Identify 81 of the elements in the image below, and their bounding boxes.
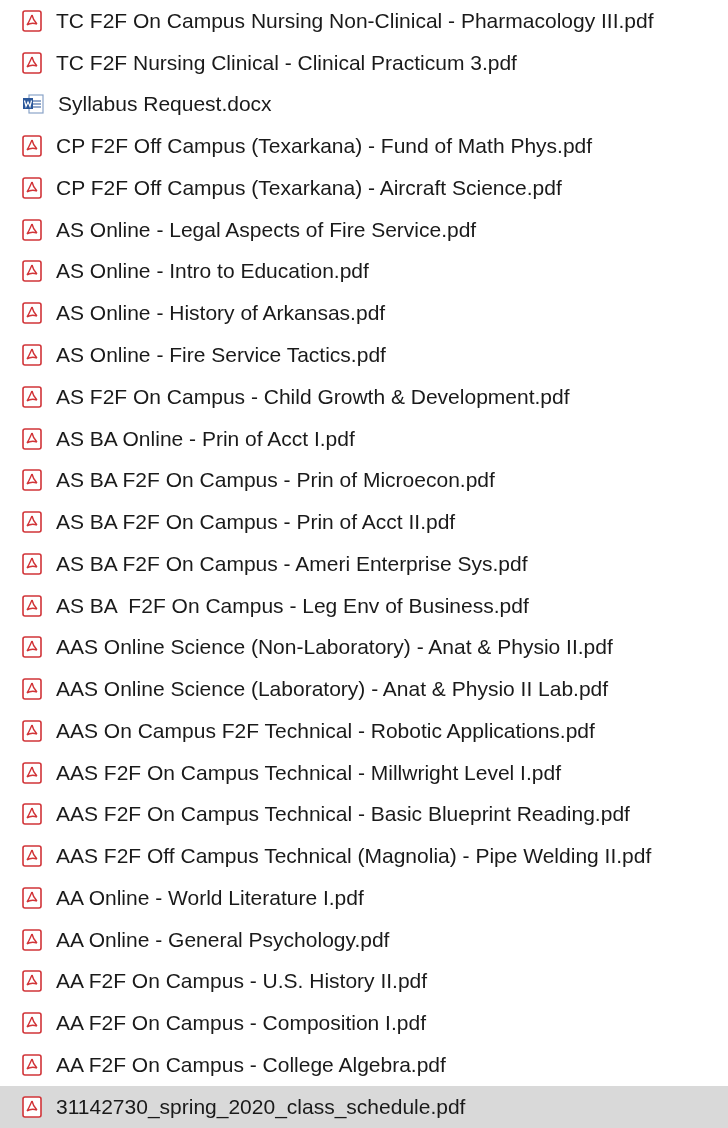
pdf-file-icon bbox=[22, 302, 42, 325]
file-list-item[interactable]: TC F2F Nursing Clinical - Clinical Practicum 3.pdf bbox=[0, 41, 728, 84]
pdf-file-icon bbox=[22, 1012, 42, 1035]
file-name: TC F2F Nursing Clinical - Clinical Practicum 3.pdf bbox=[56, 50, 517, 75]
file-name: AAS F2F On Campus Technical - Millwright Level I.pdf bbox=[56, 760, 561, 785]
file-list-item[interactable]: AA F2F On Campus - College Algebra.pdf bbox=[0, 1044, 728, 1086]
file-list-item[interactable]: AS BA Online - Prin of Acct I.pdf bbox=[0, 417, 728, 460]
pdf-file-icon bbox=[22, 886, 42, 909]
file-name: AS Online - Intro to Education.pdf bbox=[56, 259, 369, 284]
file-list-item[interactable]: AS Online - Intro to Education.pdf bbox=[0, 250, 728, 293]
file-name: AA Online - World Literature I.pdf bbox=[56, 885, 364, 910]
file-name: AS F2F On Campus - Child Growth & Development.pdf bbox=[56, 384, 570, 409]
file-name: AA Online - General Psychology.pdf bbox=[56, 927, 390, 952]
file-name: AAS F2F On Campus Technical - Basic Blueprint Reading.pdf bbox=[56, 802, 630, 827]
file-list-item[interactable]: AS F2F On Campus - Child Growth & Development.pdf bbox=[0, 375, 728, 418]
file-list-item[interactable]: Syllabus Request.docx bbox=[0, 83, 728, 126]
file-name: Syllabus Request.docx bbox=[58, 92, 272, 117]
file-name: CP F2F Off Campus (Texarkana) - Aircraft Science.pdf bbox=[56, 175, 562, 200]
file-list-item[interactable]: AS BA F2F On Campus - Prin of Acct II.pdf bbox=[0, 501, 728, 543]
file-list-item[interactable]: AS BA F2F On Campus - Leg Env of Business.pdf bbox=[0, 584, 728, 627]
file-name: AS BA F2F On Campus - Prin of Microecon.pdf bbox=[56, 468, 495, 493]
pdf-file-icon bbox=[22, 719, 42, 742]
file-name: CP F2F Off Campus (Texarkana) - Fund of Math Phys.pdf bbox=[56, 134, 593, 159]
pdf-file-icon bbox=[22, 344, 42, 366]
file-name: AAS Online Science (Laboratory) - Anat & Physio II Lab.pdf bbox=[56, 677, 609, 702]
pdf-file-icon bbox=[22, 176, 42, 199]
file-list-item[interactable]: AS BA F2F On Campus - Prin of Microecon.pdf bbox=[0, 459, 728, 502]
file-list-item[interactable]: AAS Online Science (Laboratory) - Anat & Physio II Lab.pdf bbox=[0, 668, 728, 710]
file-name: TC F2F On Campus Nursing Non-Clinical - Pharmacology III.pdf bbox=[56, 8, 654, 33]
pdf-file-icon bbox=[22, 469, 42, 492]
pdf-file-icon bbox=[22, 761, 42, 784]
file-list-item[interactable]: AAS F2F Off Campus Technical (Magnolia) - Pipe Welding II.pdf bbox=[0, 835, 728, 878]
pdf-file-icon bbox=[22, 385, 42, 408]
pdf-file-icon bbox=[22, 803, 42, 826]
file-list-item[interactable]: AA F2F On Campus - Composition I.pdf bbox=[0, 1002, 728, 1045]
file-list-item[interactable]: AAS Online Science (Non-Laboratory) - Anat & Physio II.pdf bbox=[0, 626, 728, 669]
file-list-item[interactable]: 31142730_spring_2020_class_schedule.pdf bbox=[0, 1085, 728, 1128]
pdf-file-icon bbox=[22, 928, 42, 951]
file-list-item[interactable]: AS Online - Legal Aspects of Fire Service.pdf bbox=[0, 208, 728, 251]
pdf-file-icon bbox=[22, 427, 42, 450]
file-name: 31142730_spring_2020_class_schedule.pdf bbox=[56, 1094, 466, 1119]
file-name: AA F2F On Campus - Composition I.pdf bbox=[56, 1011, 426, 1036]
file-list-item[interactable]: AS Online - Fire Service Tactics.pdf bbox=[0, 334, 728, 376]
pdf-file-icon bbox=[22, 678, 42, 701]
pdf-file-icon bbox=[22, 260, 42, 283]
file-name: AAS F2F Off Campus Technical (Magnolia) - Pipe Welding II.pdf bbox=[56, 844, 652, 869]
file-list-item[interactable]: AAS F2F On Campus Technical - Millwright Level I.pdf bbox=[0, 751, 728, 794]
pdf-file-icon bbox=[22, 636, 42, 659]
pdf-file-icon bbox=[22, 594, 42, 617]
file-list-item[interactable]: AA Online - World Literature I.pdf bbox=[0, 877, 728, 919]
pdf-file-icon bbox=[22, 970, 42, 993]
file-name: AA F2F On Campus - College Algebra.pdf bbox=[56, 1053, 446, 1077]
pdf-file-icon bbox=[22, 135, 42, 158]
pdf-file-icon bbox=[22, 51, 42, 74]
pdf-file-icon bbox=[22, 1054, 42, 1076]
file-list-item[interactable]: AS BA F2F On Campus - Ameri Enterprise Sys.pdf bbox=[0, 542, 728, 585]
pdf-file-icon bbox=[22, 511, 42, 534]
file-name: AAS On Campus F2F Technical - Robotic Applications.pdf bbox=[56, 718, 595, 743]
file-name: AS Online - History of Arkansas.pdf bbox=[56, 301, 386, 326]
pdf-file-icon bbox=[22, 845, 42, 868]
file-list-item[interactable]: CP F2F Off Campus (Texarkana) - Fund of Math Phys.pdf bbox=[0, 125, 728, 168]
file-list-item[interactable]: AA Online - General Psychology.pdf bbox=[0, 918, 728, 961]
file-name: AS BA F2F On Campus - Prin of Acct II.pdf bbox=[56, 510, 456, 535]
pdf-file-icon bbox=[22, 9, 42, 32]
file-list-item[interactable]: AA F2F On Campus - U.S. History II.pdf bbox=[0, 960, 728, 1003]
file-name: AAS Online Science (Non-Laboratory) - Anat & Physio II.pdf bbox=[56, 635, 613, 660]
file-name: AS Online - Fire Service Tactics.pdf bbox=[56, 343, 386, 367]
file-name: AS BA Online - Prin of Acct I.pdf bbox=[56, 426, 355, 451]
file-list-item[interactable]: CP F2F Off Campus (Texarkana) - Aircraft Science.pdf bbox=[0, 167, 728, 209]
file-name: AA F2F On Campus - U.S. History II.pdf bbox=[56, 969, 428, 994]
pdf-file-icon bbox=[22, 1095, 42, 1118]
file-list-item[interactable]: AS Online - History of Arkansas.pdf bbox=[0, 292, 728, 335]
file-list-item[interactable]: TC F2F On Campus Nursing Non-Clinical - Pharmacology III.pdf bbox=[0, 0, 728, 42]
pdf-file-icon bbox=[22, 218, 42, 241]
word-document-icon bbox=[22, 93, 44, 116]
file-list-item[interactable]: AAS F2F On Campus Technical - Basic Blueprint Reading.pdf bbox=[0, 793, 728, 836]
file-name: AS Online - Legal Aspects of Fire Service.pdf bbox=[56, 217, 477, 242]
file-name: AS BA F2F On Campus - Ameri Enterprise Sys.pdf bbox=[56, 551, 528, 576]
pdf-file-icon bbox=[22, 552, 42, 575]
file-name: AS BA F2F On Campus - Leg Env of Business.pdf bbox=[56, 593, 529, 618]
file-list-item[interactable]: AAS On Campus F2F Technical - Robotic Applications.pdf bbox=[0, 710, 728, 752]
